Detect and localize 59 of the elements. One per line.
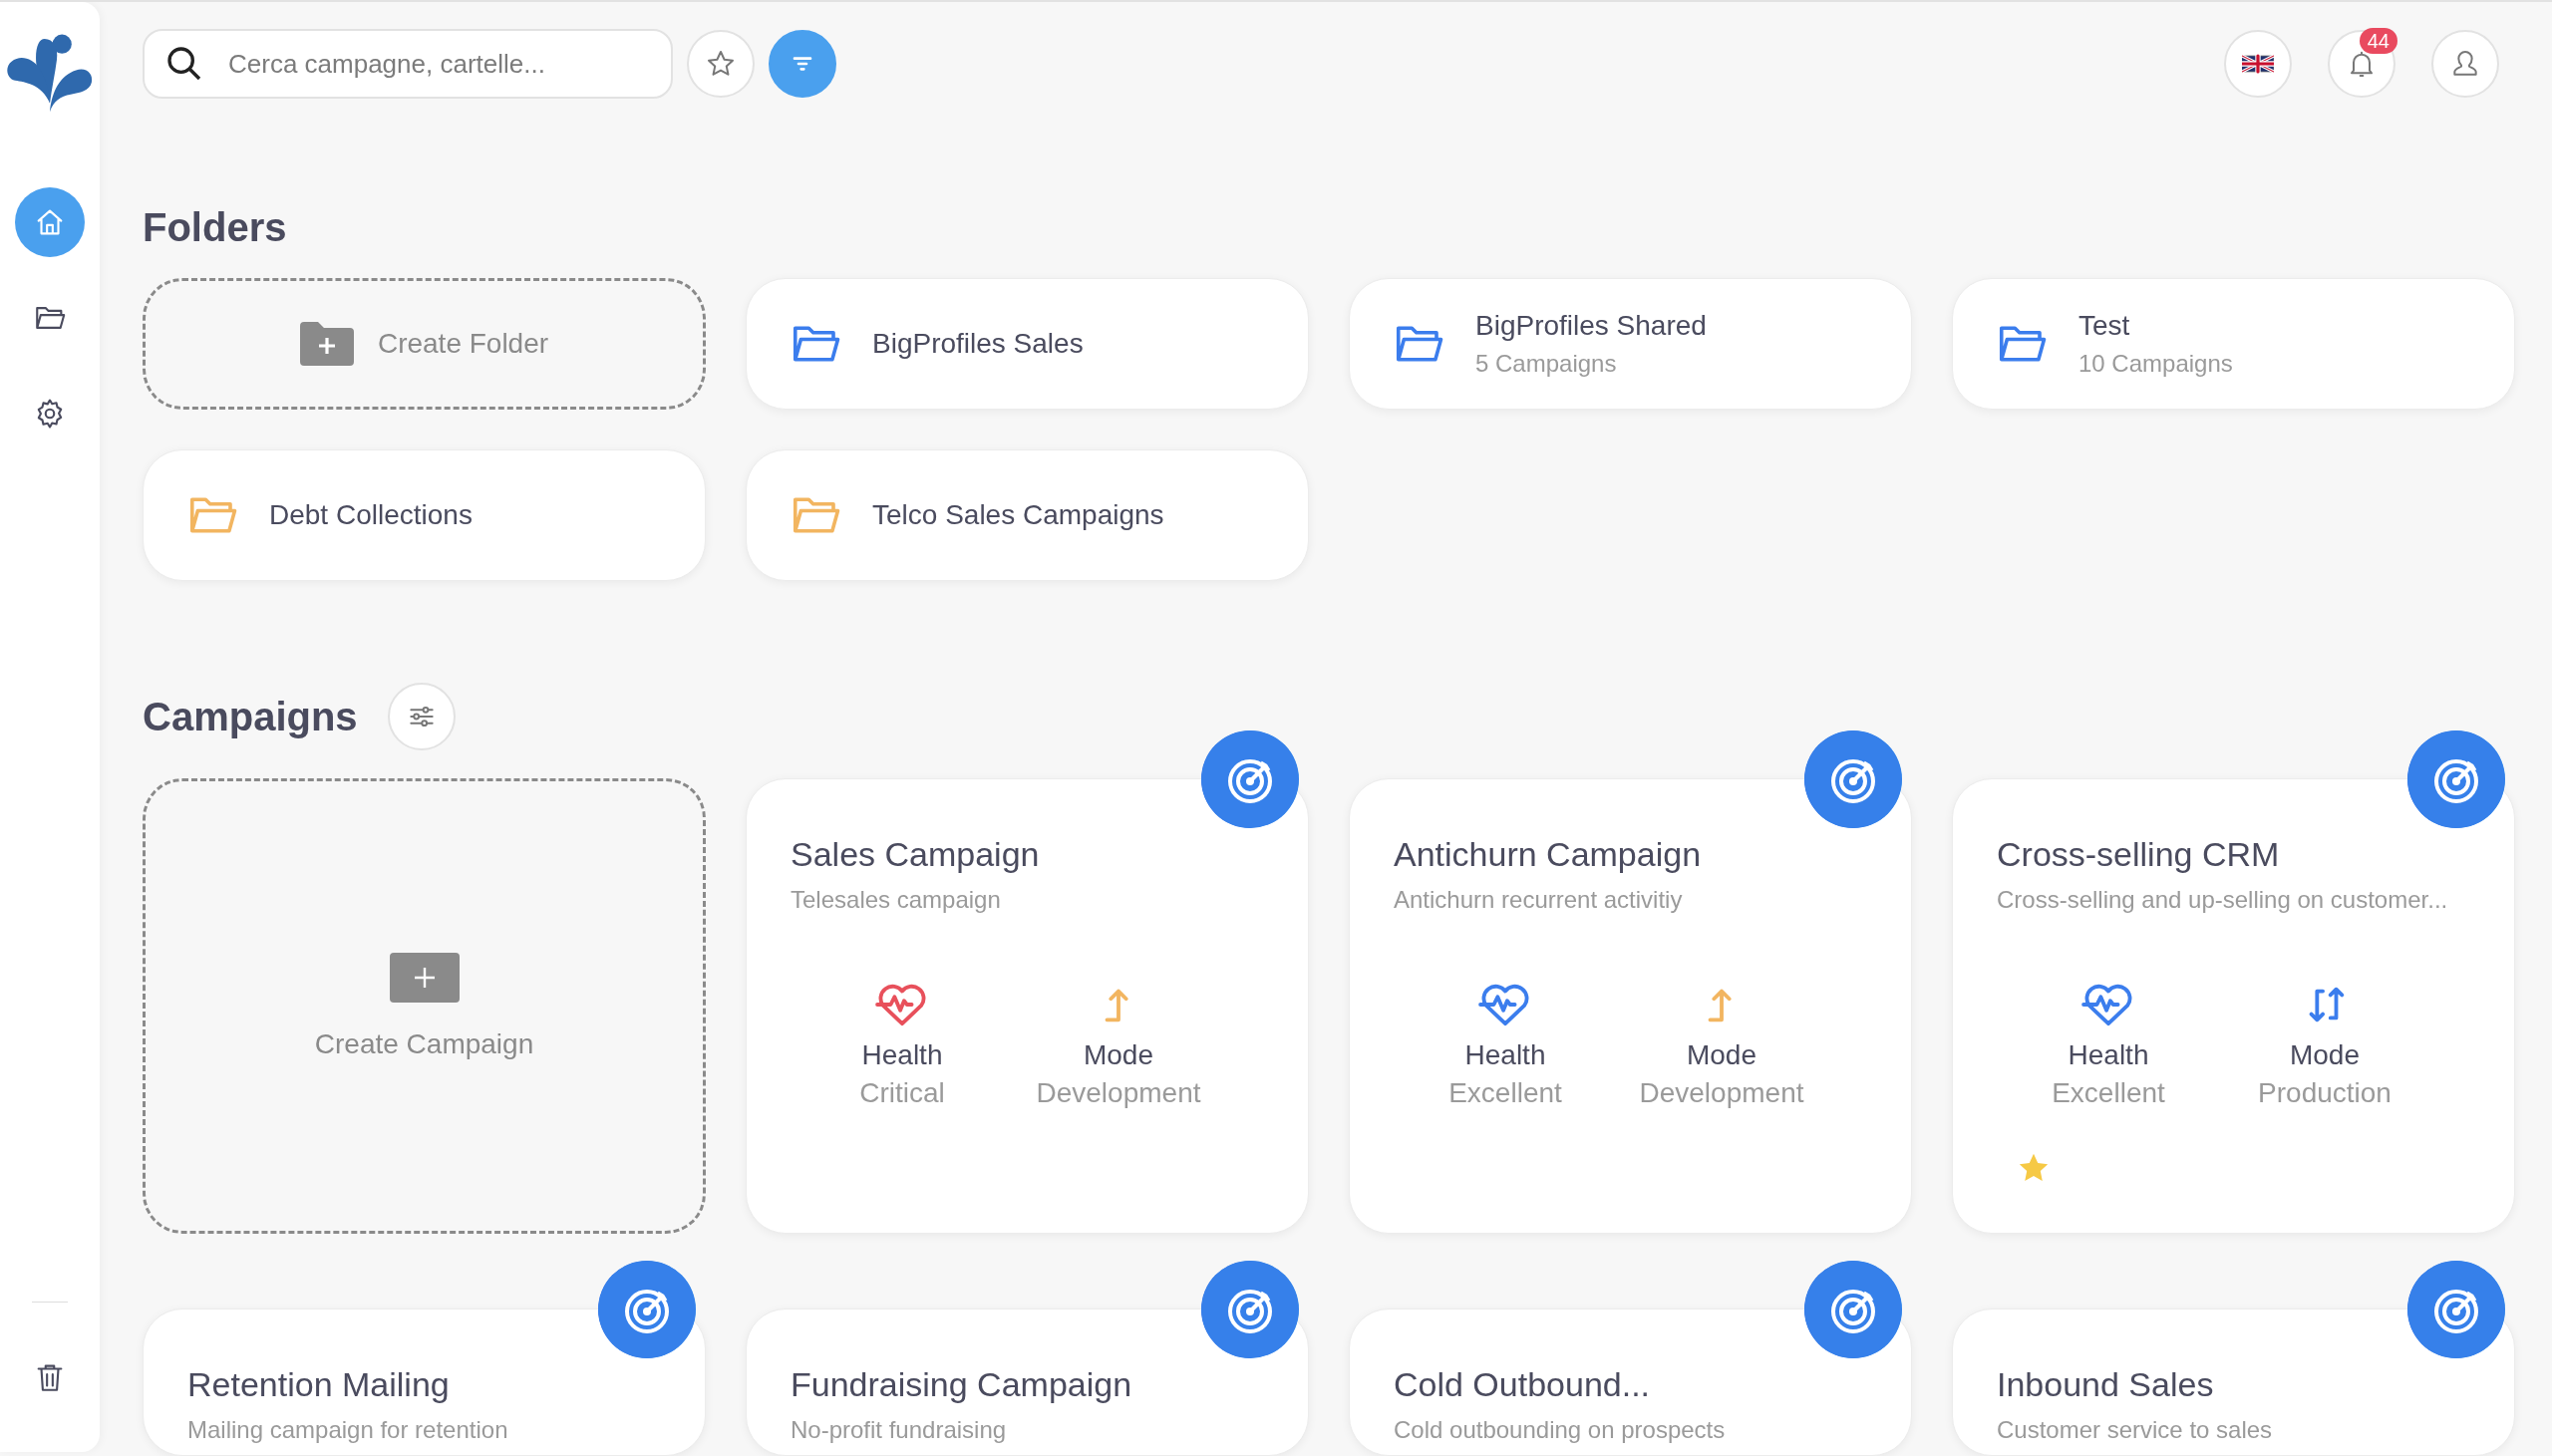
campaign-card[interactable]: Fundraising Campaign No-profit fundraising — [746, 1309, 1309, 1456]
campaign-description: Antichurn recurrent activitiy — [1394, 886, 1684, 914]
campaign-description: Customer service to sales — [1997, 1416, 2274, 1444]
campaign-card[interactable]: Cold Outbound... Cold outbounding on prospects — [1349, 1309, 1912, 1456]
target-icon — [1804, 1261, 1902, 1358]
stat-value: Critical — [859, 1077, 945, 1109]
campaign-title: Retention Mailing — [187, 1365, 451, 1404]
notification-count: 44 — [2359, 28, 2397, 54]
folder-name: Telco Sales Campaigns — [872, 499, 1164, 531]
plus-icon — [389, 952, 460, 1003]
folder-count: 10 Campaigns — [2078, 350, 2233, 378]
stat-label: Health — [1464, 1039, 1546, 1071]
campaign-description: Telesales campaign — [791, 886, 1002, 914]
target-icon — [2407, 730, 2505, 828]
search-field[interactable]: Cerca campagne, cartelle... — [143, 29, 673, 99]
folder-name: Test — [2078, 310, 2131, 342]
campaign-description: Mailing campaign for retention — [187, 1416, 509, 1444]
campaign-card[interactable]: Retention Mailing Mailing campaign for retention — [143, 1309, 706, 1456]
campaign-title: Antichurn Campaign — [1394, 835, 1703, 874]
target-icon — [2407, 1261, 2505, 1358]
campaign-card[interactable]: Antichurn Campaign Antichurn recurrent activitiy Health Excellent Mode Development — [1349, 778, 1912, 1234]
campaign-description: No-profit fundraising — [791, 1416, 1008, 1444]
stat-value: Development — [1036, 1077, 1201, 1109]
campaign-title: Sales Campaign — [791, 835, 1041, 874]
stat-value: Excellent — [1448, 1077, 1562, 1109]
stat-value: Production — [2258, 1077, 2392, 1109]
folder-card[interactable]: Debt Collections — [143, 449, 706, 581]
section-title: Campaigns — [143, 694, 358, 739]
stat-label: Mode — [1083, 1039, 1153, 1071]
stat-label: Mode — [1686, 1039, 1756, 1071]
folder-name: BigProfiles Shared — [1475, 310, 1707, 342]
folder-name: BigProfiles Sales — [872, 328, 1084, 360]
section-title: Folders — [143, 205, 288, 250]
stat-label: Health — [861, 1039, 943, 1071]
notifications-button[interactable]: 44 — [2328, 30, 2395, 98]
folder-card[interactable]: Telco Sales Campaigns — [746, 449, 1309, 581]
target-icon — [598, 1261, 696, 1358]
campaign-card[interactable]: Cross-selling CRM Cross-selling and up-selling on customer... Health Excellent Mode Production — [1952, 778, 2515, 1234]
stat-label: Mode — [2289, 1039, 2360, 1071]
stat-value: Development — [1639, 1077, 1804, 1109]
campaign-title: Fundraising Campaign — [791, 1365, 1133, 1404]
campaign-title: Cross-selling CRM — [1997, 835, 2281, 874]
campaign-card[interactable]: Sales Campaign Telesales campaign Health Critical Mode Development — [746, 778, 1309, 1234]
folder-card[interactable]: BigProfiles Sales — [746, 278, 1309, 410]
campaign-description: Cold outbounding on prospects — [1394, 1416, 1727, 1444]
folder-card[interactable]: BigProfiles Shared 5 Campaigns — [1349, 278, 1912, 410]
stat-value: Excellent — [2052, 1077, 2165, 1109]
target-icon — [1201, 1261, 1299, 1358]
folder-name: Debt Collections — [269, 499, 473, 531]
stat-label: Health — [2068, 1039, 2149, 1071]
folder-count: 5 Campaigns — [1475, 350, 1618, 378]
folder-plus-icon — [299, 322, 354, 366]
target-icon — [1201, 730, 1299, 828]
target-icon — [1804, 730, 1902, 828]
campaign-title: Inbound Sales — [1997, 1365, 2215, 1404]
campaign-card[interactable]: Inbound Sales Customer service to sales — [1952, 1309, 2515, 1456]
folder-card[interactable]: Test 10 Campaigns — [1952, 278, 2515, 410]
campaign-title: Cold Outbound... — [1394, 1365, 1652, 1404]
campaign-description: Cross-selling and up-selling on customer... — [1997, 886, 2449, 914]
